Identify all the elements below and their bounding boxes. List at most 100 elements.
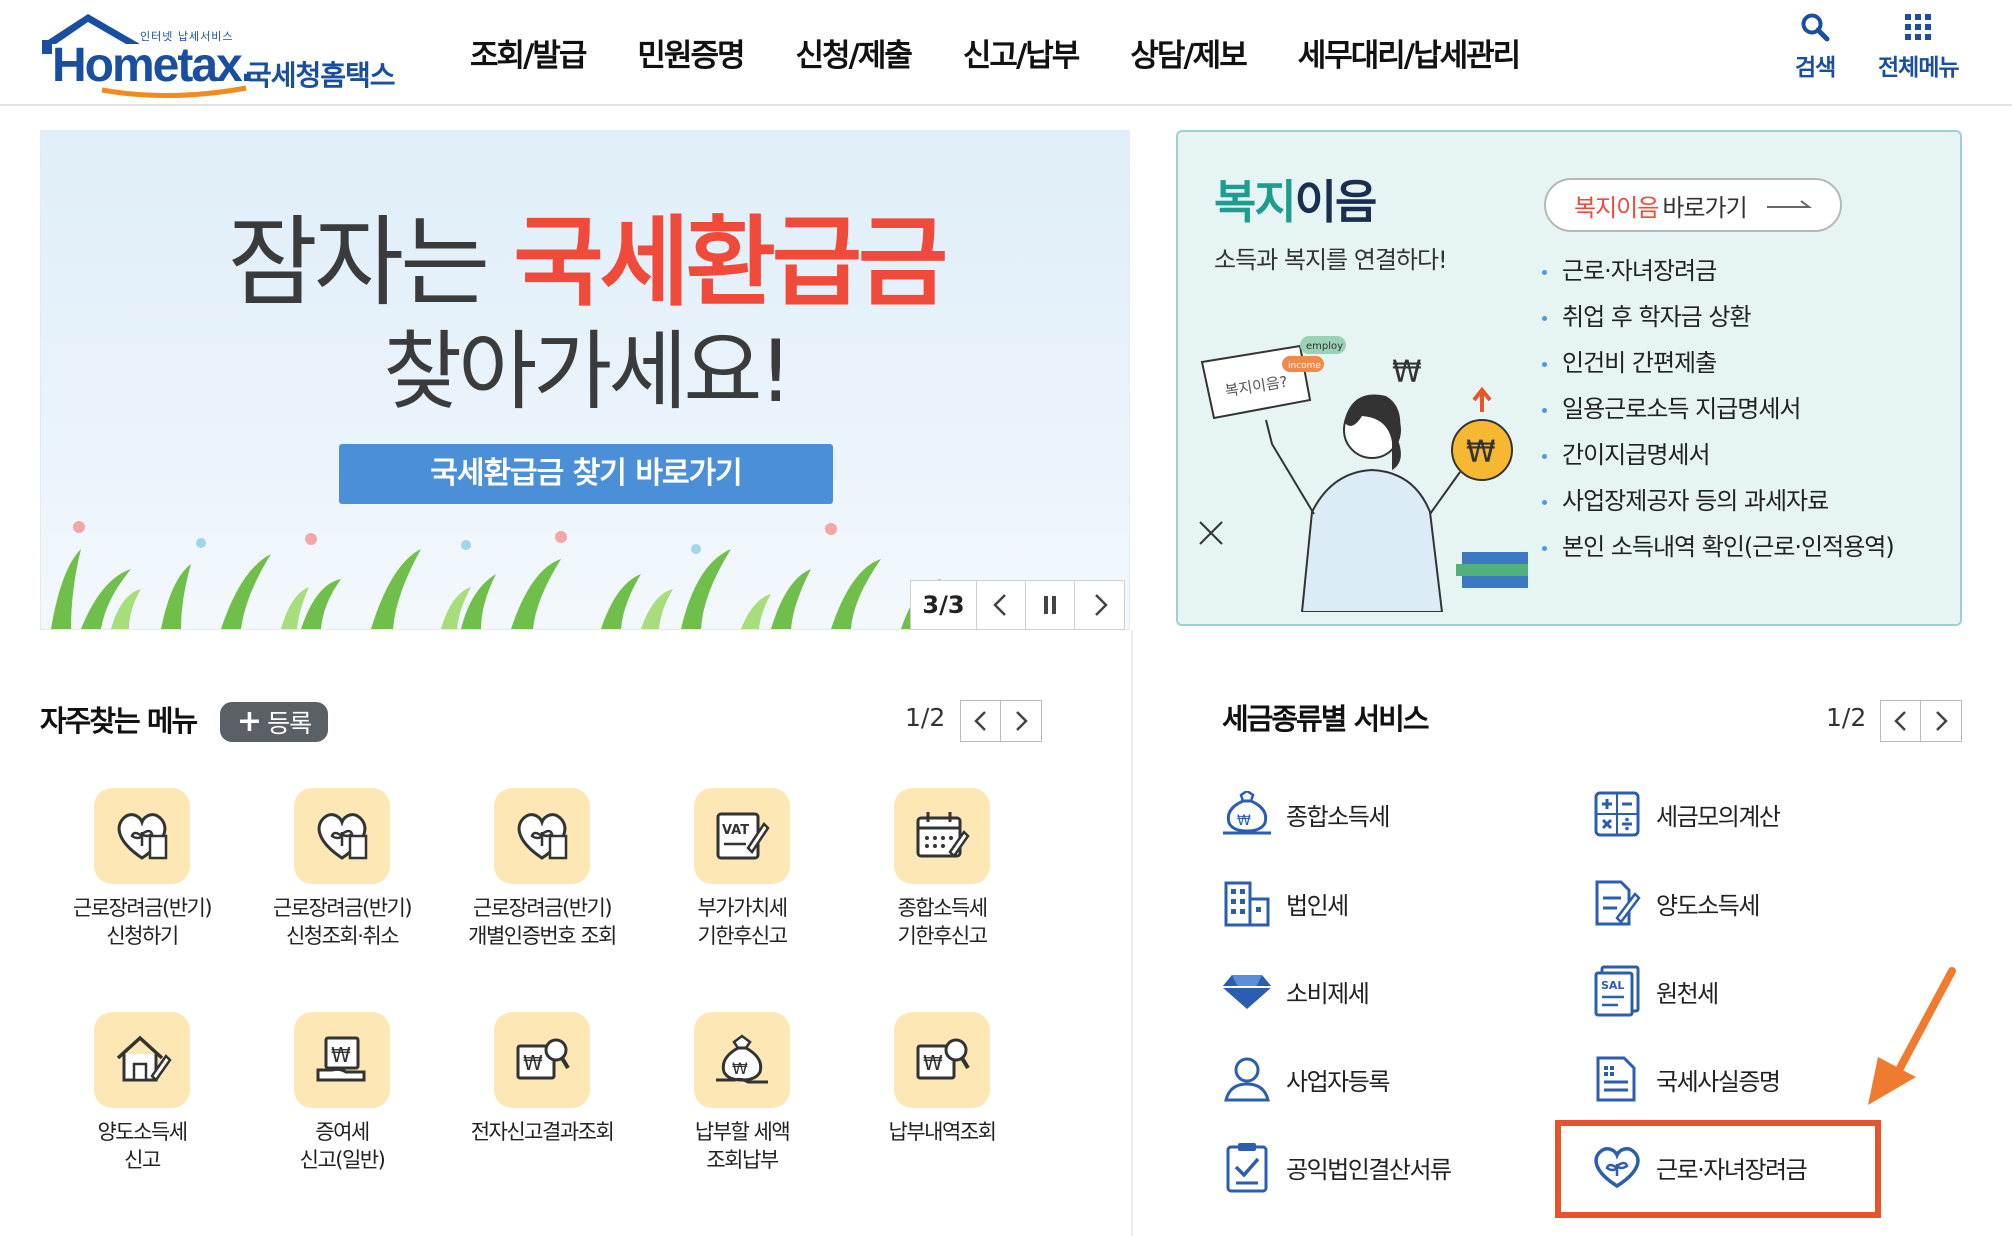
service-withholding-tax[interactable]: SAL 원천세 [1588,962,1719,1020]
tile-payment-history[interactable]: ₩ 납부내역조회 [852,1012,1032,1146]
tile-label: 근로장려금(반기) 신청하기 [72,896,213,948]
house-pen-icon [116,1035,172,1082]
tile-eitc-inquiry-cancel[interactable]: 근로장려금(반기) 신청조회·취소 [252,788,432,950]
services-prev-button[interactable] [1881,701,1921,741]
tile-eitc-apply[interactable]: 근로장려금(반기) 신청하기 [52,788,232,950]
services-pager [1880,700,1962,742]
won-search-icon: ₩ [916,1038,970,1080]
tile-icon-box [94,1012,190,1108]
chevron-right-icon [1094,594,1108,616]
service-label: 법인세 [1286,891,1349,920]
column-divider [1131,630,1133,1236]
nav-inquiry-issue[interactable]: 조회/발급 [470,30,587,75]
service-business-registration[interactable]: 사업자등록 [1218,1050,1390,1108]
welfare-link-item[interactable]: 본인 소득내역 확인(근로·인적용역) [1540,524,1895,570]
all-menu-label: 전체메뉴 [1878,55,1960,81]
all-menu-button[interactable]: 전체메뉴 [1878,12,1960,82]
welfare-link-item[interactable]: 근로·자녀장려금 [1540,248,1894,294]
svg-text:₩: ₩ [1466,435,1496,470]
svg-text:₩: ₩ [923,1051,943,1075]
frequent-menu-title: 자주찾는 메뉴 [40,704,198,738]
money-bag-icon: ₩ [1223,791,1271,835]
service-label: 사업자등록 [1286,1067,1390,1096]
svg-text:SAL: SAL [1601,979,1624,992]
tile-icon-box: ₩ [494,1012,590,1108]
search-label: 검색 [1795,55,1836,81]
slide-next-button[interactable] [1075,581,1124,629]
service-consumption-tax[interactable]: 소비제세 [1218,962,1370,1020]
banner-slide-controls: 3/3 [910,580,1125,630]
service-icon [1218,1138,1276,1196]
service-label: 양도소득세 [1656,891,1760,920]
tile-icon-box: ₩ [694,1012,790,1108]
logo-swoosh-icon [101,85,247,99]
frequent-next-button[interactable] [1001,701,1041,741]
register-menu-button[interactable]: + 등록 [220,702,328,742]
svg-text:₩: ₩ [1392,355,1422,390]
slide-pause-button[interactable] [1026,581,1075,629]
find-refund-button[interactable]: 국세환급금 찾기 바로가기 [339,444,833,504]
service-global-income-tax[interactable]: ₩ 종합소득세 [1218,785,1390,843]
service-label: 국세사실증명 [1656,1067,1781,1096]
site-header: 인터넷 납세서비스 Hometax. 국세청홈택스 조회/발급 민원증명 신청/… [0,0,2012,106]
welfare-link-item[interactable]: 간이지급명세서 [1540,432,1894,478]
service-icon [1218,874,1276,932]
building-icon [1224,881,1270,927]
slide-prev-button[interactable] [977,581,1026,629]
welfare-link-item[interactable]: 사업장제공자 등의 과세자료 [1540,478,1894,524]
welfare-link-accent: 복지이음 [1574,193,1659,222]
calendar-icon [916,812,970,858]
tile-label: 양도소득세 신고 [97,1120,188,1172]
service-label: 종합소득세 [1286,802,1390,831]
tile-icon-box [294,788,390,884]
svg-text:₩: ₩ [523,1051,543,1075]
service-capital-gains-tax[interactable]: 양도소득세 [1588,874,1760,932]
vat-document-icon: VAT [716,812,770,860]
diamond-icon [1222,975,1272,1009]
services-page-indicator: 1/2 [1826,703,1867,732]
tile-income-tax-late-filing[interactable]: 종합소득세 기한후신고 [852,788,1032,950]
frequent-prev-button[interactable] [961,701,1001,741]
nav-apply-submit[interactable]: 신청/제출 [796,30,913,75]
chevron-right-icon [1936,711,1948,731]
service-corporate-tax[interactable]: 법인세 [1218,874,1349,932]
tile-icon-box [94,788,190,884]
illustration-tag-income: income [1288,361,1321,371]
welfare-link-item[interactable]: 인건비 간편제출 [1540,340,1894,386]
service-public-interest-settlement[interactable]: 공익법인결산서류 [1218,1138,1452,1196]
service-icon: ₩ [1218,785,1276,843]
tile-eitc-auth-number[interactable]: 근로장려금(반기) 개별인증번호 조회 [452,788,632,950]
tile-label: 납부내역조회 [888,1120,997,1144]
service-tax-fact-certificate[interactable]: 국세사실증명 [1588,1050,1781,1108]
nav-civil-certificate[interactable]: 민원증명 [637,30,745,75]
tile-capital-gains-filing[interactable]: 양도소득세 신고 [52,1012,232,1174]
nav-report-pay[interactable]: 신고/납부 [963,30,1080,75]
service-icon [1218,1050,1276,1108]
service-icon: SAL [1588,962,1646,1020]
tile-gift-tax-filing[interactable]: ₩ 증여세 신고(일반) [252,1012,432,1174]
slide-counter: 3/3 [911,581,977,629]
hometax-logo[interactable]: 인터넷 납세서비스 Hometax. 국세청홈택스 [40,10,410,100]
search-icon [1801,13,1830,42]
refund-banner[interactable]: 잠자는 국세환급금 찾아가세요! 국세환급금 찾기 바로가기 [40,130,1130,630]
nav-consult-report[interactable]: 상담/제보 [1130,30,1247,75]
tile-icon-box: ₩ [294,1012,390,1108]
frequent-pager [960,700,1042,742]
tile-tax-due-payment[interactable]: ₩ 납부할 세액 조회납부 [652,1012,832,1174]
nav-tax-agent[interactable]: 세무대리/납세관리 [1298,30,1521,75]
tile-vat-late-filing[interactable]: VAT 부가가치세 기한후신고 [652,788,832,950]
service-tax-simulation[interactable]: 세금모의계산 [1588,785,1781,843]
long-arrow-right-icon [1766,200,1812,208]
calculator-icon [1594,791,1640,837]
service-icon [1588,874,1646,932]
services-next-button[interactable] [1921,701,1961,741]
welfare-shortcut-button[interactable]: 복지이음 바로가기 [1544,178,1842,232]
welfare-link-item[interactable]: 취업 후 학자금 상환 [1540,294,1894,340]
heart-plant-icon [517,813,568,860]
logo-korean-name: 국세청홈택스 [246,59,396,92]
tile-e-filing-result[interactable]: ₩ 전자신고결과조회 [452,1012,632,1146]
search-button[interactable]: 검색 [1795,12,1836,82]
gift-won-icon: ₩ [316,1036,366,1082]
welfare-link-item[interactable]: 일용근로소득 지급명세서 [1540,386,1894,432]
welfare-illustration: 복지이음? employ income ₩ ₩ [1199,336,1528,612]
